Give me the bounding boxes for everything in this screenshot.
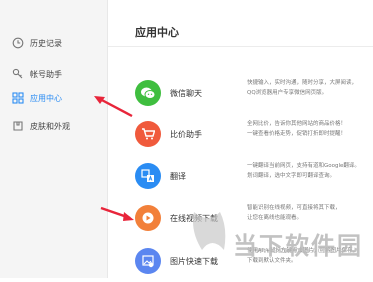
app-name: 微信聊天: [170, 89, 202, 98]
sidebar-item-history[interactable]: 历史记录: [0, 32, 107, 54]
sidebar-item-app-center[interactable]: 应用中心: [0, 87, 107, 109]
shirt-icon: [11, 119, 25, 133]
image-download-icon: [135, 248, 161, 274]
cart-icon: [135, 121, 161, 147]
app-description: 一键翻译当前网页，支持有道和Google翻译。 划词翻译，选中文字即可翻译查询。: [247, 163, 360, 179]
key-icon: [11, 67, 25, 81]
app-item-wechat[interactable]: 微信聊天 快捷输入，实时沟通，随时分享，大屏阅读， QQ浏览器用户专享微信网页版…: [135, 80, 373, 114]
annotation-arrow-icon: [94, 96, 133, 118]
sidebar-item-account-helper[interactable]: 帐号助手: [0, 63, 107, 85]
app-description: 全网比价，告诉你其他网站的商品价格！ 一键查看价格走势，促销打折即时提醒！: [247, 121, 347, 137]
video-download-icon: [135, 205, 161, 231]
sidebar-item-label: 皮肤和外观: [30, 121, 70, 131]
app-description: 快捷输入，实时沟通，随时分享，大屏阅读， QQ浏览器用户专享微信网页版。: [247, 80, 358, 96]
sidebar: 历史记录 帐号助手 应用中心 皮肤和外观: [0, 0, 108, 278]
app-name: 比价助手: [170, 130, 202, 139]
sidebar-item-skin[interactable]: 皮肤和外观: [0, 115, 107, 137]
watermark: 当下软件园 www.downxia.com: [188, 200, 373, 278]
watermark-url: www.downxia.com: [248, 246, 332, 256]
watermark-logo-icon: [193, 212, 226, 250]
sidebar-item-label: 历史记录: [30, 38, 62, 48]
app-item-price-compare[interactable]: 比价助手 全网比价，告诉你其他网站的商品价格！ 一键查看价格走势，促销打折即时提…: [135, 121, 373, 155]
annotation-arrow-icon: [100, 206, 134, 221]
app-item-translate[interactable]: 翻译 一键翻译当前网页，支持有道和Google翻译。 划词翻译，选中文字即可翻译…: [135, 163, 373, 197]
page-title: 应用中心: [135, 26, 179, 39]
sidebar-item-label: 应用中心: [30, 93, 62, 103]
divider: [108, 46, 373, 47]
wechat-icon: [135, 80, 161, 106]
sidebar-item-label: 帐号助手: [30, 69, 62, 79]
app-name: 翻译: [170, 172, 186, 181]
grid-icon: [11, 91, 25, 105]
clock-icon: [11, 36, 25, 50]
translate-icon: [135, 163, 161, 189]
